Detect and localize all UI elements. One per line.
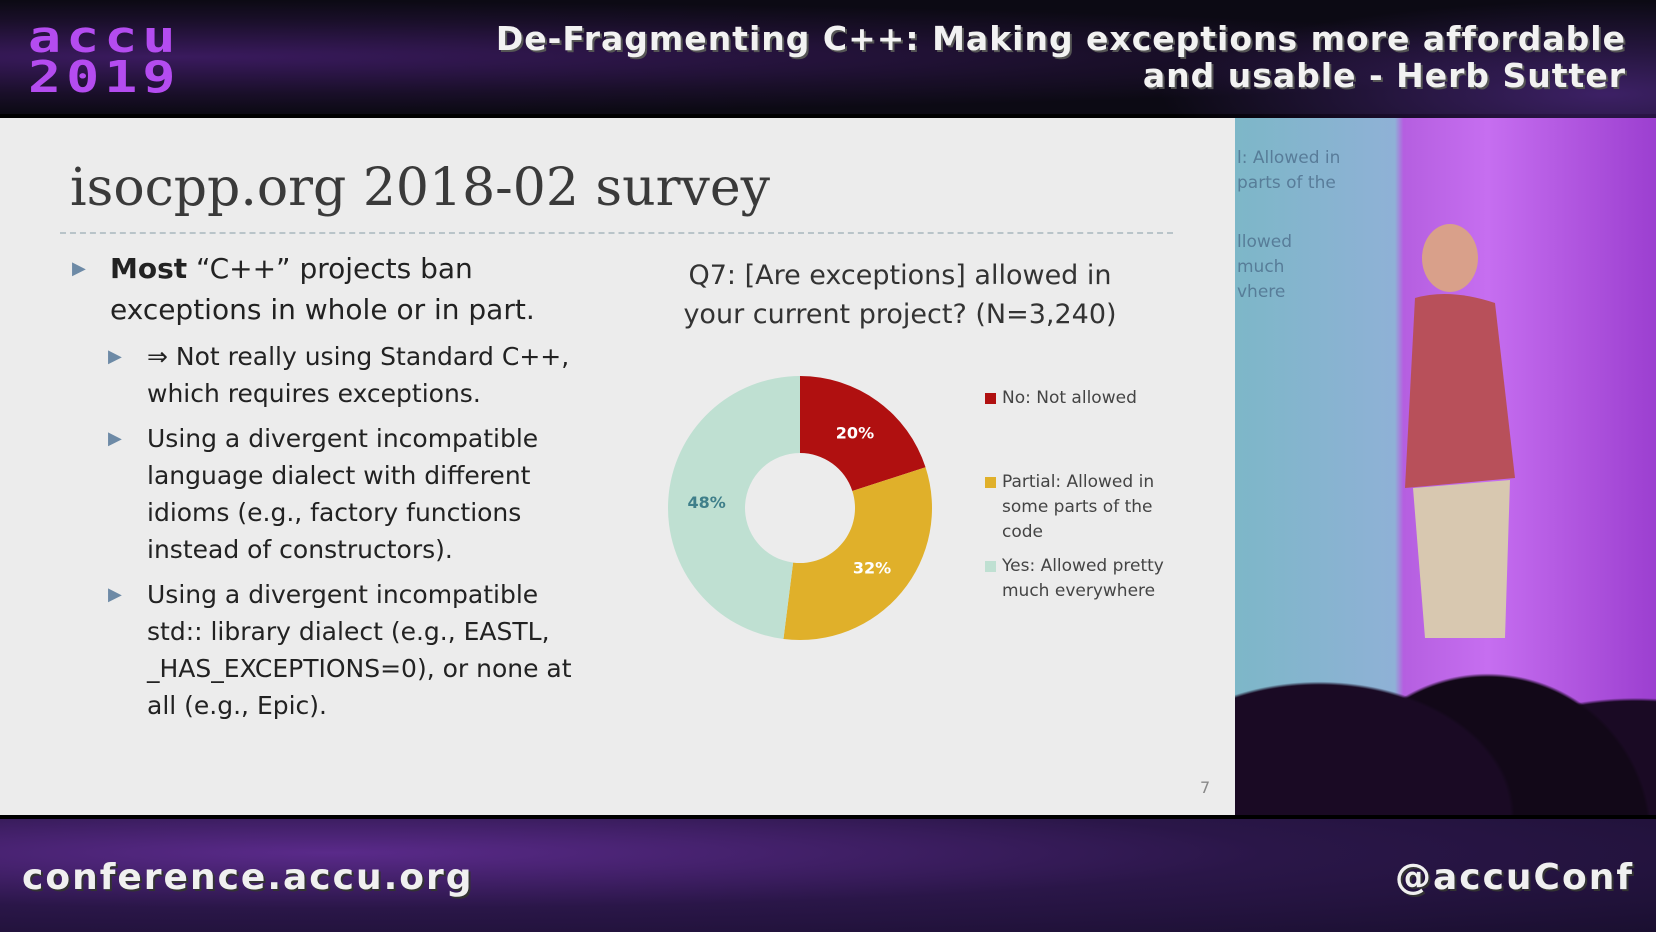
page-number: 7 [1200,778,1211,797]
triangle-bullet-icon: ▶ [108,584,122,605]
chart-title: Q7: [Are exceptions] allowed in your cur… [683,260,1117,330]
bullet-list: ▶ Most “C++” projects ban exceptions in w… [70,248,590,724]
speaker-video: l: Allowed in parts of the llowed much v… [1235,118,1656,815]
screen-text: l: Allowed in [1237,148,1341,168]
screen-text: parts of the [1237,173,1336,193]
legend-swatch [985,561,996,572]
sub-bullet-text: Using a divergent incompatible std:: lib… [147,580,572,720]
legend-item-yes: Yes: Allowed pretty much everywhere [985,554,1165,604]
legend-item-partial: Partial: Allowed in some parts of the co… [985,470,1165,545]
speaker-figure [1405,224,1515,638]
legend-label: Yes: Allowed pretty much everywhere [1002,556,1164,601]
triangle-bullet-icon: ▶ [108,346,122,367]
screen-text: vhere [1237,282,1286,302]
header-banner: accu 2019 De-Fragmenting C++: Making exce… [0,0,1656,118]
conference-url: conference.accu.org [22,857,474,898]
sub-bullet: ▶ Using a divergent incompatible std:: li… [70,576,590,724]
audience-silhouettes [1235,585,1656,815]
donut-data-label: 48% [688,493,726,512]
sub-bullet: ▶ Using a divergent incompatible language… [70,420,590,568]
footer-banner: conference.accu.org @accuConf [0,815,1656,932]
twitter-handle: @accuConf [1394,857,1634,898]
logo-line-2: 2019 [28,52,181,103]
triangle-bullet-icon: ▶ [72,258,86,279]
legend-label: Partial: Allowed in some parts of the co… [1002,472,1155,542]
donut-slice-1 [783,467,932,640]
legend-item-no: No: Not allowed [985,386,1165,411]
donut-chart: 20% 32% 48% [667,376,932,640]
title-divider [60,232,1173,234]
sub-bullet: ▶ ⇒ Not really using Standard C++, which … [70,338,590,412]
bullet-main: ▶ Most “C++” projects ban exceptions in w… [70,248,590,330]
bullet-bold: Most [110,252,188,285]
slide-title: isocpp.org 2018-02 survey [70,158,770,218]
accu-logo: accu 2019 [28,16,181,103]
talk-title: De-Fragmenting C++: Making exceptions mo… [495,19,1626,95]
screen-text: llowed [1237,232,1293,252]
legend-label: No: Not allowed [1002,388,1137,408]
legend-swatch [985,393,996,404]
screen-text: much [1237,257,1285,277]
slide: isocpp.org 2018-02 survey ▶ Most “C++” pr… [0,118,1235,815]
sub-bullet-text: ⇒ Not really using Standard C++, which r… [147,342,570,408]
sub-bullet-text: Using a divergent incompatible language … [147,424,539,564]
legend-swatch [985,477,996,488]
donut-data-label: 20% [836,423,874,442]
triangle-bullet-icon: ▶ [108,428,122,449]
donut-data-label: 32% [853,559,891,578]
